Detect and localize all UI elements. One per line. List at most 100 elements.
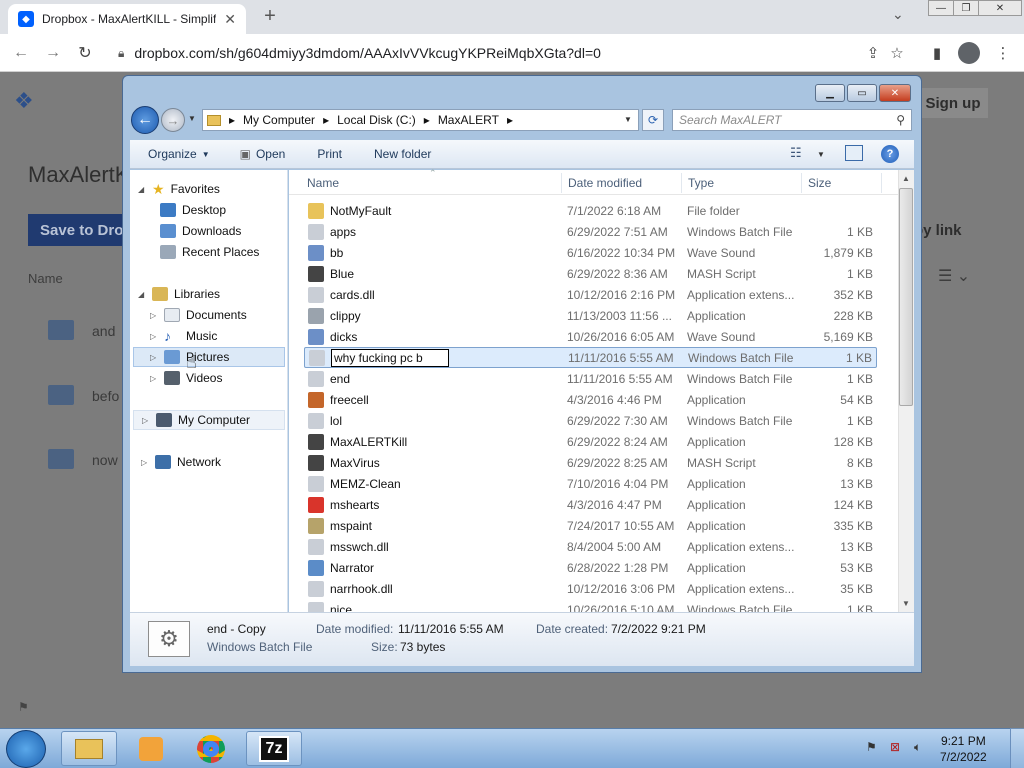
scrollbar-thumb[interactable] [899,188,913,406]
share-icon[interactable]: ⇪ [862,42,884,64]
nav-network[interactable]: ▷ Network [141,452,221,472]
maximize-window-button[interactable]: ▭ [847,84,877,102]
rename-input[interactable]: why fucking pc b [331,348,449,367]
collapsed-triangle-icon[interactable]: ▷ [142,416,150,425]
save-to-dropbox-button[interactable]: Save to Drop [28,214,128,246]
organize-button[interactable]: Organize ▼ [130,147,226,161]
search-icon[interactable]: ⚲ [896,113,905,127]
forward-arrow-icon[interactable]: → [161,108,185,132]
file-row[interactable]: bb 6/16/2022 10:34 PM Wave Sound 1,879 KB [304,242,877,263]
file-row[interactable]: MaxALERTKill 6/29/2022 8:24 AM Application… [304,431,877,452]
windows-start-button[interactable] [6,730,46,768]
forward-arrow-icon[interactable]: → [42,42,64,64]
nav-downloads[interactable]: Downloads [160,221,241,241]
nav-documents[interactable]: ▷ Documents [150,305,247,325]
breadcrumb-maxalert[interactable]: MaxALERT [438,113,499,127]
new-tab-button[interactable]: + [258,4,282,28]
column-header-date[interactable]: Date modified [568,176,642,190]
menu-kebab-icon[interactable]: ⋮ [992,42,1014,64]
search-input[interactable]: Search MaxALERT ⚲ [672,109,912,131]
sevenzip-taskbar-icon[interactable]: 7z [246,731,302,766]
file-row[interactable]: apps 6/29/2022 7:51 AM Windows Batch File 1… [304,221,877,242]
view-menu-icon[interactable]: ☰ ⌄ [938,266,970,286]
volume-icon[interactable]: 🔈︎ [914,740,921,755]
scroll-down-arrow-icon[interactable]: ▼ [902,599,910,608]
column-header-size[interactable]: Size [808,176,831,190]
restore-browser-button[interactable]: ❐ [953,0,979,16]
flag-icon[interactable]: ⚑ [18,700,29,714]
column-divider[interactable] [681,173,682,193]
file-row[interactable]: mspaint 7/24/2017 10:55 AM Application 335 … [304,515,877,536]
collapsed-triangle-icon[interactable]: ▷ [150,374,158,383]
tab-search-chevron-icon[interactable]: ⌄ [892,6,904,23]
breadcrumb-my-computer[interactable]: My Computer [243,113,315,127]
file-row[interactable]: Narrator 6/28/2022 1:28 PM Application 53 K… [304,557,877,578]
bookmark-star-icon[interactable]: ☆ [886,42,908,64]
chrome-taskbar-icon[interactable] [183,731,239,766]
minimize-window-button[interactable]: ▁ [815,84,845,102]
browser-tab[interactable]: ◆ Dropbox - MaxAlertKILL - Simplif ✕ [8,4,246,34]
column-divider[interactable] [881,173,882,193]
collapsed-triangle-icon[interactable]: ▷ [150,353,158,362]
file-row[interactable]: why fucking pc b 11/11/2016 5:55 AM Window… [304,347,877,368]
column-header-name[interactable]: Name [307,176,339,190]
file-row[interactable]: cards.dll 10/12/2016 2:16 PM Application e… [304,284,877,305]
media-player-taskbar-icon[interactable] [123,731,179,766]
preview-pane-icon[interactable] [845,145,863,161]
collapsed-triangle-icon[interactable]: ▷ [141,458,149,467]
refresh-icon[interactable]: ⟳ [642,109,664,131]
expand-triangle-icon[interactable]: ◢ [138,290,146,299]
sign-up-button[interactable]: Sign up [918,88,988,118]
scroll-up-arrow-icon[interactable]: ▲ [902,174,910,183]
file-row[interactable]: MEMZ-Clean 7/10/2016 4:04 PM Application 13… [304,473,877,494]
minimize-browser-button[interactable]: — [928,0,954,16]
print-button[interactable]: Print [301,147,358,161]
address-bar[interactable]: 🔒︎ dropbox.com/sh/g604dmiyy3dmdom/AAAxIv… [112,41,924,65]
breadcrumb-local-disk[interactable]: Local Disk (C:) [337,113,416,127]
change-view-icon[interactable]: ☷ [790,145,802,161]
column-divider[interactable] [561,173,562,193]
file-row[interactable]: NotMyFault 7/1/2022 6:18 AM File folder [304,200,877,221]
file-row[interactable]: freecell 4/3/2016 4:46 PM Application 54 KB [304,389,877,410]
close-tab-icon[interactable]: ✕ [224,11,236,28]
open-button[interactable]: ▣ Open [226,147,302,161]
back-arrow-icon[interactable]: ← [10,42,32,64]
explorer-address-bar[interactable]: ▸ My Computer ▸ Local Disk (C:) ▸ MaxALE… [202,109,639,131]
explorer-taskbar-icon[interactable] [61,731,117,766]
nav-my-computer[interactable]: ▷ My Computer [133,410,285,430]
view-dropdown-icon[interactable]: ▼ [817,150,825,159]
show-desktop-button[interactable] [1010,728,1024,768]
column-divider[interactable] [801,173,802,193]
reload-icon[interactable]: ↻ [74,42,96,64]
side-panel-icon[interactable]: ▮ [926,42,948,64]
file-row[interactable]: mshearts 4/3/2016 4:47 PM Application 124 K… [304,494,877,515]
file-row[interactable]: MaxVirus 6/29/2022 8:25 AM MASH Script 8 KB [304,452,877,473]
folder-name[interactable]: and [92,323,115,339]
file-row[interactable]: nice 10/26/2016 5:10 AM Windows Batch File… [304,599,877,612]
back-arrow-icon[interactable]: ← [131,106,159,134]
nav-desktop[interactable]: Desktop [160,200,226,220]
help-icon[interactable]: ? [881,145,899,163]
collapsed-triangle-icon[interactable]: ▷ [150,311,158,320]
nav-recent-places[interactable]: Recent Places [160,242,259,262]
new-folder-button[interactable]: New folder [358,147,447,161]
close-browser-button[interactable]: ✕ [978,0,1022,16]
nav-libraries[interactable]: ◢ Libraries [138,284,220,304]
file-row[interactable]: Blue 6/29/2022 8:36 AM MASH Script 1 KB [304,263,877,284]
nav-favorites[interactable]: ◢ ★ Favorites [138,179,220,199]
nav-pictures[interactable]: ▷ Pictures [133,347,285,367]
expand-triangle-icon[interactable]: ◢ [138,185,146,194]
file-row[interactable]: end 11/11/2016 5:55 AM Windows Batch File 1… [304,368,877,389]
recent-pages-chevron-icon[interactable]: ▼ [188,114,196,123]
action-center-flag-icon[interactable]: ⚑ [866,740,877,754]
collapsed-triangle-icon[interactable]: ▷ [150,332,158,341]
file-row[interactable]: dicks 10/26/2016 6:05 AM Wave Sound 5,169 K… [304,326,877,347]
folder-name[interactable]: befo [92,388,119,404]
system-clock[interactable]: 9:21 PM 7/2/2022 [940,733,987,765]
profile-avatar[interactable] [958,42,980,64]
close-window-button[interactable]: ✕ [879,84,911,102]
dropbox-logo-icon[interactable]: ❖ [14,88,34,114]
file-row[interactable]: lol 6/29/2022 7:30 AM Windows Batch File 1 … [304,410,877,431]
address-dropdown-icon[interactable]: ▼ [624,115,632,124]
network-error-icon[interactable]: ⊠ [890,740,900,754]
